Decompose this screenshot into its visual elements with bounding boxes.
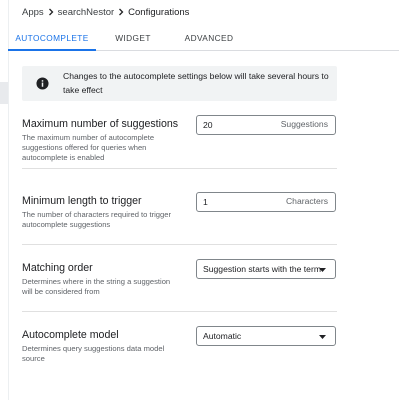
input-value: 1	[203, 197, 208, 207]
sidebar-active-item[interactable]	[0, 82, 8, 104]
matching-order-select[interactable]: Suggestion starts with the term	[196, 259, 336, 279]
select-value: Automatic	[203, 331, 242, 341]
autocomplete-model-select[interactable]: Automatic	[196, 326, 336, 346]
tab-bar: AUTOCOMPLETE WIDGET ADVANCED	[8, 26, 399, 51]
banner-text: Changes to the autocomplete settings bel…	[63, 71, 329, 95]
setting-description: The number of characters required to tri…	[22, 210, 171, 229]
select-value: Suggestion starts with the term	[203, 264, 321, 274]
setting-description: The maximum number of autocomplete sugge…	[22, 133, 155, 162]
setting-description: Determines where in the string a suggest…	[22, 277, 171, 296]
breadcrumb-app-name[interactable]: searchNestor	[58, 7, 115, 18]
input-suffix: Suggestions	[280, 119, 328, 129]
breadcrumb: Apps searchNestor Configurations	[22, 4, 189, 20]
dropdown-arrow-icon	[319, 335, 326, 339]
input-value: 20	[203, 120, 213, 130]
min-length-input[interactable]: 1 Characters	[196, 192, 336, 212]
tab-autocomplete[interactable]: AUTOCOMPLETE	[8, 26, 96, 51]
info-icon	[36, 77, 49, 90]
setting-description: Determines query suggestions data model …	[22, 344, 165, 363]
breadcrumb-current: Configurations	[128, 6, 190, 18]
sidebar-edge	[0, 0, 9, 400]
divider	[22, 168, 337, 169]
info-banner: Changes to the autocomplete settings bel…	[22, 66, 337, 101]
dropdown-arrow-icon	[319, 268, 326, 272]
input-suffix: Characters	[285, 196, 328, 206]
divider	[22, 244, 337, 245]
chevron-right-icon	[44, 8, 58, 16]
tab-widget[interactable]: WIDGET	[100, 26, 166, 50]
tab-advanced[interactable]: ADVANCED	[168, 26, 250, 50]
max-suggestions-input[interactable]: 20 Suggestions	[196, 115, 336, 135]
chevron-right-icon	[114, 8, 128, 16]
breadcrumb-apps[interactable]: Apps	[22, 7, 44, 18]
divider	[22, 311, 337, 312]
